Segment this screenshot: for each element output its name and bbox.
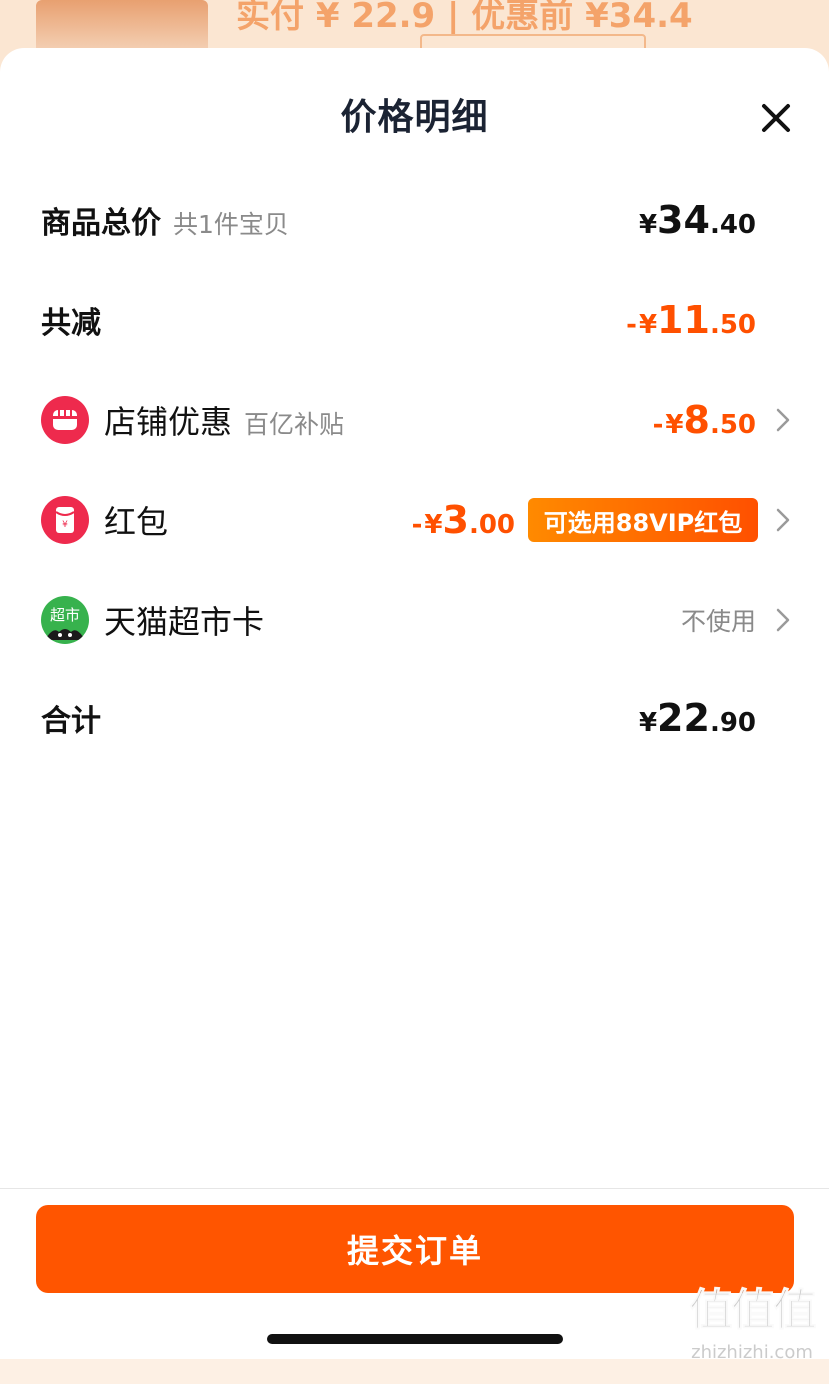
watermark-site: zhizhizhi.com (691, 1342, 813, 1363)
goods-count: 共1件宝贝 (173, 210, 289, 239)
home-indicator (267, 1334, 563, 1344)
close-icon (762, 104, 790, 132)
tmall-market-card-label: 天猫超市卡 (104, 603, 265, 641)
red-packet-price: -¥3.00 (411, 498, 515, 542)
sum-label: 合计 (41, 704, 101, 739)
sum-price: ¥22.90 (638, 696, 756, 740)
site-watermark: 值值值 zhizhizhi.com (678, 1274, 826, 1384)
sheet-title: 价格明细 (340, 97, 489, 138)
red-packet-label: 红包 (104, 503, 169, 541)
chevron-right-icon[interactable] (772, 505, 794, 535)
close-button[interactable] (754, 96, 798, 140)
footer-divider (0, 1188, 829, 1189)
shop-discount-label: 店铺优惠 百亿补贴 (104, 403, 345, 441)
total-reduction-price: -¥11.50 (626, 298, 756, 342)
chevron-right-icon[interactable] (772, 605, 794, 635)
tmall-market-icon: 超市 (41, 596, 89, 644)
watermark-glyphs: 值值值 (689, 1285, 818, 1337)
shop-discount-price: -¥8.50 (652, 398, 756, 442)
red-packet-icon: ¥ (41, 496, 89, 544)
svg-text:¥: ¥ (62, 520, 68, 530)
total-reduction-label: 共减 (41, 306, 101, 341)
price-detail-sheet: 价格明细 商品总价 共1件宝贝 ¥34.40 共减 -¥11.50 店铺优惠 百亿补… (0, 48, 829, 1363)
row-red-packet[interactable]: ¥ 红包 -¥3.00 可选用88VIP红包 (0, 490, 829, 550)
row-total-reduction: 共减 -¥11.50 (0, 290, 829, 350)
tmall-market-card-value: 不使用 (680, 607, 756, 636)
row-goods-total: 商品总价 共1件宝贝 ¥34.40 (0, 190, 829, 250)
row-shop-discount[interactable]: 店铺优惠 百亿补贴 -¥8.50 (0, 390, 829, 450)
row-sum: 合计 ¥22.90 (0, 688, 829, 748)
background-price-preview: 实付 ¥ 22.9 | 优惠前 ¥34.4 (236, 0, 693, 36)
shop-discount-sublabel: 百亿补贴 (244, 410, 345, 439)
goods-total-label: 商品总价 共1件宝贝 (41, 206, 289, 241)
goods-total-price: ¥34.40 (638, 198, 756, 242)
row-tmall-market-card[interactable]: 超市 天猫超市卡 不使用 (0, 590, 829, 650)
tmall-market-icon-text: 超市 (50, 606, 80, 624)
chevron-right-icon[interactable] (772, 405, 794, 435)
shop-icon (41, 396, 89, 444)
vip-red-packet-badge[interactable]: 可选用88VIP红包 (528, 498, 758, 542)
